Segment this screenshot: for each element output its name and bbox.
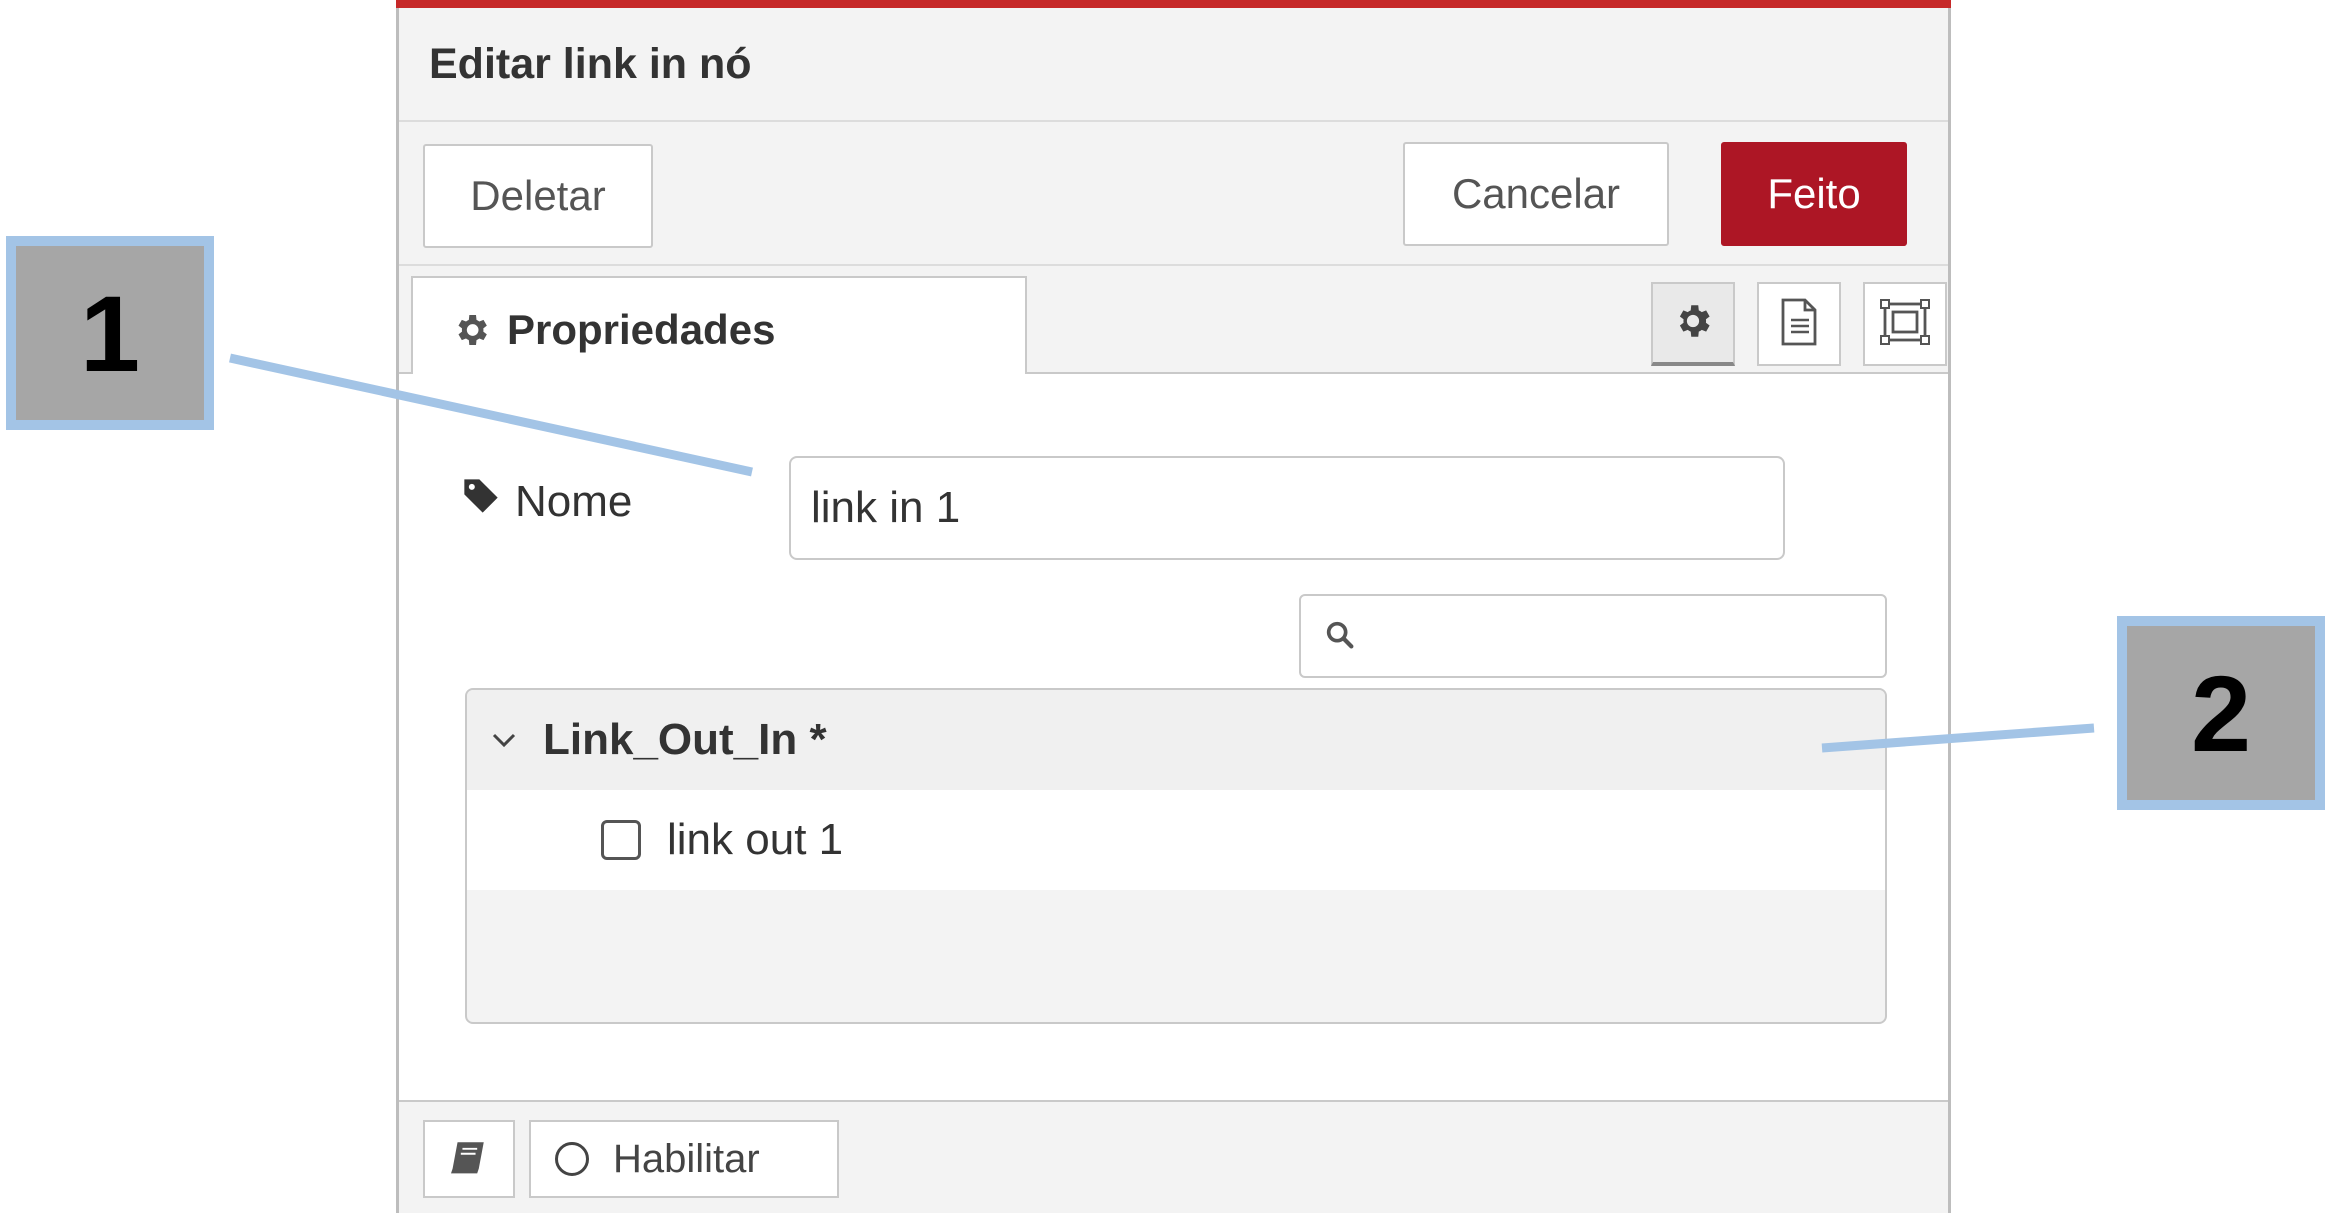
annotation-leader-lines <box>229 353 2095 753</box>
callout-2: 2 <box>2117 616 2325 810</box>
leader-line-1 <box>229 353 753 477</box>
leader-line-2 <box>1821 723 2095 753</box>
callout-1: 1 <box>6 236 214 430</box>
